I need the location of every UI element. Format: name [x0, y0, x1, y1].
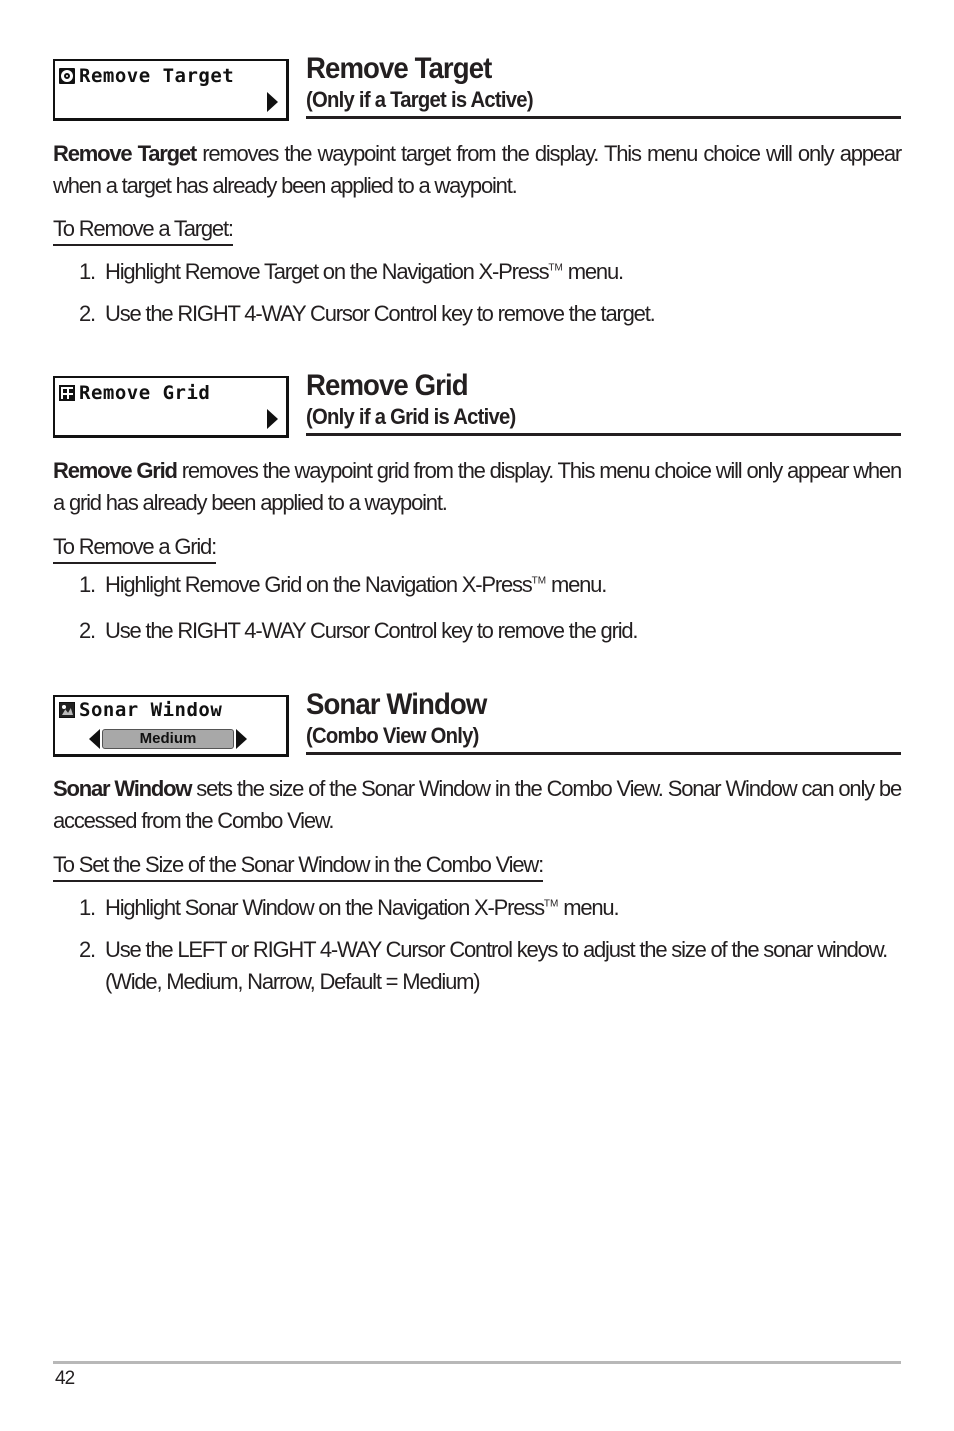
procedure-step: 1. Highlight Remove Target on the Naviga… — [79, 256, 901, 288]
menu-title: Remove Target — [59, 65, 234, 87]
step-text: Use the LEFT or RIGHT 4-WAY Cursor Contr… — [105, 937, 888, 994]
procedure-step: 1. Highlight Sonar Window on the Navigat… — [79, 892, 901, 924]
procedure-step: 2. Use the LEFT or RIGHT 4-WAY Cursor Co… — [79, 934, 901, 998]
section-title: Remove Grid — [306, 369, 469, 402]
section-subtitle: (Combo View Only) — [306, 723, 479, 748]
left-arrow-icon[interactable] — [89, 729, 100, 749]
step-number: 1. — [79, 895, 96, 920]
section-description: Remove Target removes the waypoint targe… — [53, 138, 902, 202]
step-text: Use the RIGHT 4-WAY Cursor Control key t… — [105, 301, 656, 326]
menu-title: Sonar Window — [59, 699, 222, 721]
procedure-step: 2. Use the RIGHT 4-WAY Cursor Control ke… — [79, 298, 901, 330]
description-text: removes the waypoint grid from the displ… — [53, 458, 902, 515]
description-term: Remove Grid — [53, 458, 178, 483]
selector-value: Medium — [102, 729, 234, 749]
step-text-main: Highlight Remove Target on the Navigatio… — [105, 259, 550, 284]
section-heading: Remove Target (Only if a Target is Activ… — [306, 52, 901, 119]
step-text-end: menu. — [558, 895, 619, 920]
section-subtitle: (Only if a Target is Active) — [306, 87, 534, 112]
procedure-step: 2. Use the RIGHT 4-WAY Cursor Control ke… — [79, 615, 901, 647]
step-text-main: Highlight Remove Grid on the Navigation … — [105, 572, 533, 597]
section-description: Remove Grid removes the waypoint grid fr… — [53, 455, 902, 519]
trademark-sup: TM — [548, 262, 563, 274]
step-text: Highlight Remove Target on the Navigatio… — [105, 256, 901, 288]
section-subtitle: (Only if a Grid is Active) — [306, 404, 516, 429]
procedure-step: 1. Highlight Remove Grid on the Navigati… — [79, 569, 901, 601]
section-heading: Remove Grid (Only if a Grid is Active) — [306, 369, 901, 436]
footer-divider — [53, 1361, 901, 1364]
grid-icon — [59, 385, 75, 401]
step-text-end: menu. — [562, 259, 624, 284]
menu-label: Remove Grid — [79, 382, 211, 404]
step-text-main: Highlight Sonar Window on the Navigation… — [105, 895, 545, 920]
step-text: Use the RIGHT 4-WAY Cursor Control key t… — [105, 618, 639, 643]
section-title: Sonar Window — [306, 688, 487, 721]
step-number: 2. — [79, 618, 96, 643]
step-number: 2. — [79, 937, 96, 962]
right-arrow-icon — [267, 409, 278, 429]
section-heading: Sonar Window (Combo View Only) — [306, 688, 901, 755]
menu-item-remove-target[interactable]: Remove Target — [53, 59, 289, 121]
trademark-sup: TM — [531, 575, 547, 587]
step-text: Highlight Remove Grid on the Navigation … — [105, 569, 901, 601]
step-number: 1. — [79, 259, 96, 284]
step-text: Highlight Sonar Window on the Navigation… — [105, 892, 901, 924]
section-description: Sonar Window sets the size of the Sonar … — [53, 773, 902, 837]
step-number: 1. — [79, 572, 96, 597]
menu-item-remove-grid[interactable]: Remove Grid — [53, 376, 289, 438]
step-number: 2. — [79, 301, 96, 326]
menu-item-sonar-window[interactable]: Sonar Window Medium — [53, 695, 289, 757]
size-selector[interactable]: Medium — [89, 729, 247, 749]
step-text-end: menu. — [546, 572, 607, 597]
menu-label: Remove Target — [79, 65, 235, 87]
right-arrow-icon[interactable] — [236, 729, 247, 749]
page-number: 42 — [55, 1368, 75, 1389]
target-icon — [59, 68, 75, 84]
description-term: Remove Target — [53, 141, 197, 166]
menu-title: Remove Grid — [59, 382, 210, 404]
section-title: Remove Target — [306, 52, 492, 85]
description-term: Sonar Window — [53, 776, 192, 801]
trademark-sup: TM — [543, 898, 559, 910]
procedure-title: To Set the Size of the Sonar Window in t… — [53, 851, 544, 882]
right-arrow-icon — [267, 92, 278, 112]
procedure-title: To Remove a Target: — [53, 215, 234, 246]
procedure-title: To Remove a Grid: — [53, 533, 217, 564]
sonar-icon — [59, 702, 75, 718]
menu-label: Sonar Window — [79, 699, 223, 721]
